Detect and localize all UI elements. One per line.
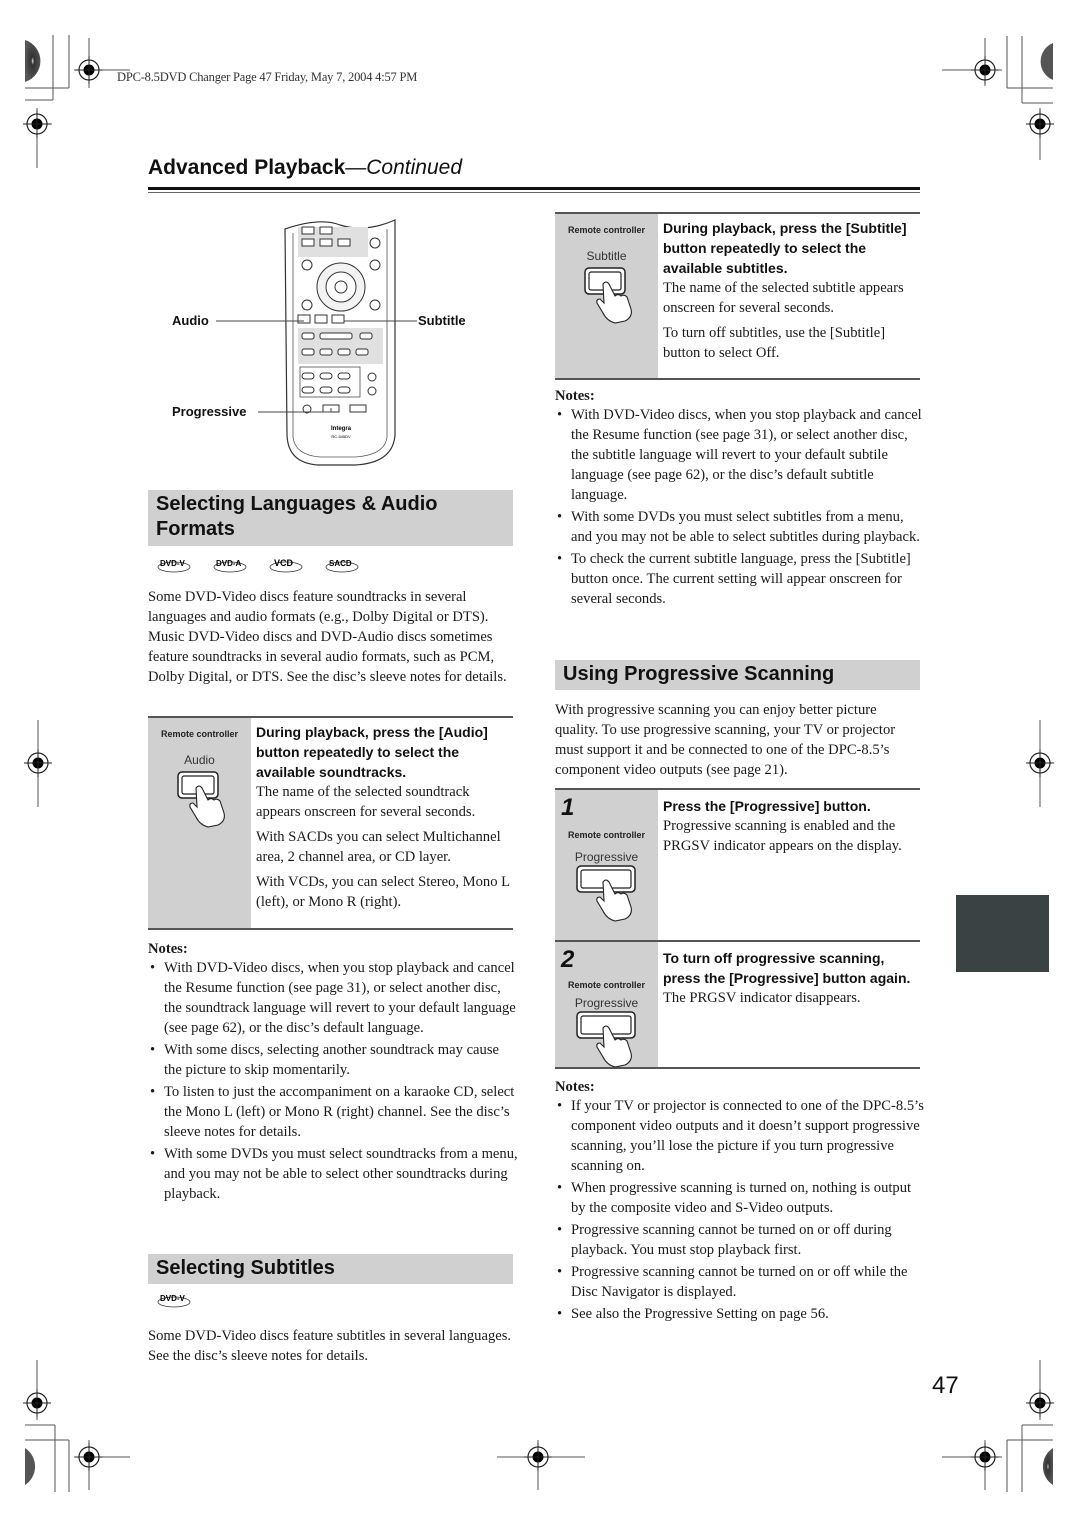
svg-text:DVD-V: DVD-V: [160, 559, 186, 568]
title-rule: [148, 187, 920, 190]
note-item: See also the Progressive Setting on page…: [555, 1304, 925, 1324]
remote-diagram: Integra RC-545DV Audio Subtitle Progress…: [160, 215, 500, 470]
note-item: When progressive scanning is turned on, …: [555, 1178, 925, 1218]
remote-controller-label: Remote controller: [567, 980, 645, 990]
note-item: Progressive scanning cannot be turned on…: [555, 1220, 925, 1260]
note-item: With DVD-Video discs, when you stop play…: [148, 958, 518, 1038]
section-heading-languages: Selecting Languages & Audio Formats: [148, 490, 513, 546]
languages-intro: Some DVD-Video discs feature soundtracks…: [148, 589, 507, 685]
disc-logos-subtitles: DVD-V: [156, 1291, 212, 1314]
remote-controller-label: Remote controller: [160, 729, 238, 739]
subtitles-intro: Some DVD-Video discs feature subtitles i…: [148, 1328, 512, 1364]
svg-text:SACD: SACD: [329, 559, 352, 568]
subtitle-step-text: The name of the selected subtitle appear…: [663, 278, 920, 363]
page-title-main: Advanced Playback: [148, 156, 346, 179]
subtitle-step-paragraph: The name of the selected subtitle appear…: [663, 280, 904, 316]
progressive-steps: 1 Remote controller Progressive Press th…: [555, 788, 920, 1069]
audio-instruction: During playback, press the [Audio] butto…: [256, 724, 488, 780]
note-item: With DVD-Video discs, when you stop play…: [555, 405, 925, 505]
page-title: Advanced Playback—Continued: [148, 156, 462, 180]
document-print-header: DPC-8.5DVD Changer Page 47 Friday, May 7…: [117, 70, 418, 84]
remote-controller-label: Remote controller: [567, 830, 645, 840]
remote-brand: Integra: [331, 426, 352, 432]
page-number: 47: [932, 1372, 959, 1399]
progressive-step-1-instruction: Press the [Progressive] button.: [663, 798, 871, 814]
svg-text:DVD-V: DVD-V: [160, 1294, 186, 1303]
notes-title: Notes:: [148, 941, 188, 957]
disc-logo-vcd: VCD: [268, 556, 308, 579]
notes-title: Notes:: [555, 1079, 595, 1095]
note-item: With some DVDs you must select soundtrac…: [148, 1144, 518, 1204]
svg-text:VCD: VCD: [274, 558, 294, 568]
progressive-step-2: 2 Remote controller Progressive To turn …: [555, 942, 920, 1068]
step-audio: Remote controller Audio During playback,…: [148, 716, 513, 930]
step-number: 1: [561, 794, 575, 821]
page-title-suffix: —Continued: [345, 156, 463, 179]
callout-progressive: Progressive: [172, 404, 247, 419]
subtitle-step-paragraph: To turn off subtitles, use the [Subtitle…: [663, 325, 886, 361]
disc-logo-dvd-v: DVD-V: [156, 556, 196, 579]
subtitles-notes: Notes: With DVD-Video discs, when you st…: [555, 388, 925, 611]
audio-step-paragraph: With SACDs you can select Multichannel a…: [256, 829, 501, 865]
note-item: To check the current subtitle language, …: [555, 549, 925, 609]
hand-press-icon: [177, 771, 225, 828]
notes-title: Notes:: [555, 388, 595, 404]
audio-step-paragraph: With VCDs, you can select Stereo, Mono L…: [256, 874, 510, 910]
progressive-step-2-text: The PRGSV indicator disappears.: [663, 990, 861, 1006]
hand-press-icon: [576, 865, 636, 922]
remote-model: RC-545DV: [331, 434, 351, 439]
section-heading-progressive: Using Progressive Scanning: [555, 660, 920, 690]
note-item: With some discs, selecting another sound…: [148, 1040, 518, 1080]
remote-control-illustration: Integra RC-545DV: [216, 219, 417, 466]
title-rule-thin: [148, 192, 920, 193]
disc-logo-dvd-a: DVD-A: [212, 556, 252, 579]
svg-text:DVD-A: DVD-A: [216, 559, 242, 568]
hand-press-icon: [584, 267, 632, 324]
remote-controller-label: Remote controller: [567, 225, 645, 235]
disc-logos-languages: DVD-V DVD-A VCD SACD: [156, 556, 380, 579]
progressive-step-1-text: Progressive scanning is enabled and the …: [663, 818, 902, 854]
subtitle-button-label: Subtitle: [586, 249, 627, 263]
note-item: With some DVDs you must select subtitles…: [555, 507, 925, 547]
note-item: If your TV or projector is connected to …: [555, 1096, 925, 1176]
section-heading-subtitles: Selecting Subtitles: [148, 1254, 513, 1284]
languages-notes: Notes: With DVD-Video discs, when you st…: [148, 941, 518, 1206]
audio-button-label: Audio: [184, 753, 215, 767]
hand-press-icon: [576, 1011, 636, 1068]
disc-logo-dvd-v: DVD-V: [156, 1291, 196, 1314]
step-number: 2: [561, 946, 575, 973]
note-item: To listen to just the accompaniment on a…: [148, 1082, 518, 1142]
callout-audio: Audio: [172, 313, 209, 328]
step-2-left: 2 Remote controller Progressive: [555, 942, 658, 1068]
audio-step-text: The name of the selected soundtrack appe…: [256, 782, 513, 912]
disc-logo-sacd: SACD: [324, 556, 364, 579]
chapter-thumb-tab: [956, 895, 1049, 972]
progressive-step-2-instruction: To turn off progressive scanning, press …: [663, 950, 911, 986]
audio-step-paragraph: The name of the selected soundtrack appe…: [256, 784, 476, 820]
progressive-intro: With progressive scanning you can enjoy …: [555, 702, 896, 778]
progressive-step-1: 1 Remote controller Progressive Press th…: [555, 790, 920, 942]
step-subtitle-left: Remote controller Subtitle: [555, 214, 658, 378]
callout-subtitle: Subtitle: [418, 313, 466, 328]
step-audio-left: Remote controller Audio: [148, 718, 251, 928]
step-subtitle: Remote controller Subtitle During playba…: [555, 212, 920, 380]
step-1-left: 1 Remote controller Progressive: [555, 790, 658, 940]
note-item: Progressive scanning cannot be turned on…: [555, 1262, 925, 1302]
progressive-notes: Notes: If your TV or projector is connec…: [555, 1079, 925, 1326]
subtitle-instruction: During playback, press the [Subtitle] bu…: [663, 220, 907, 276]
